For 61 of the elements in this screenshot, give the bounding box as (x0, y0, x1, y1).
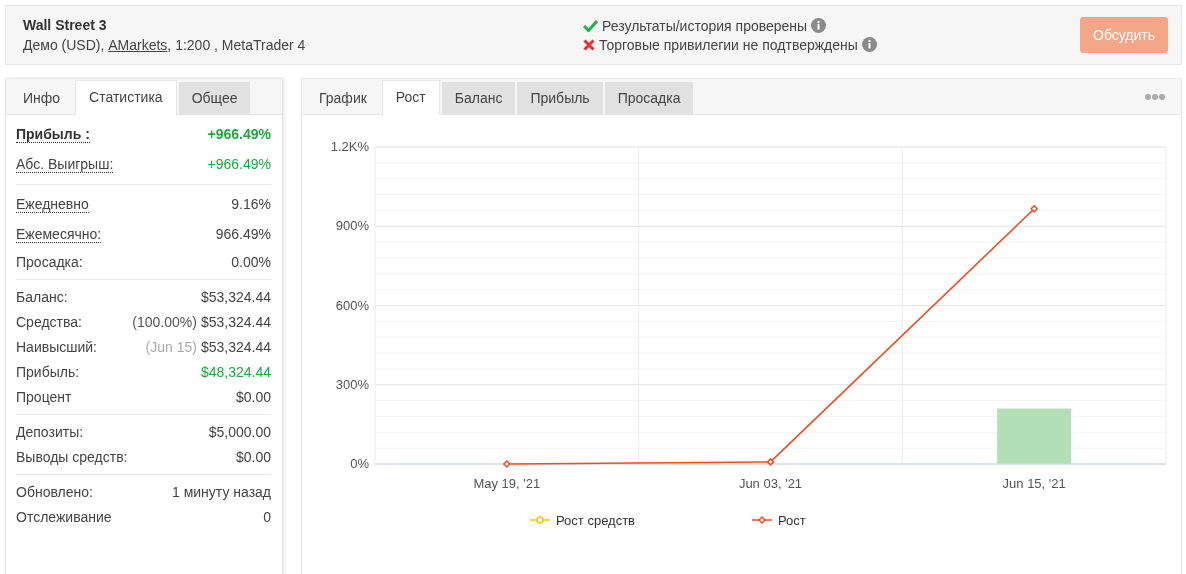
account-title: Wall Street 3 (23, 17, 108, 33)
stat-note: (Jun 15) (145, 338, 197, 355)
x-tick-label: May 19, '21 (473, 476, 541, 491)
account-details: , 1:200 , MetaTrader 4 (167, 37, 306, 53)
stat-label: Средства: (16, 313, 82, 330)
stat-value: 9.16% (231, 196, 271, 212)
stat-value: 1 минуту назад (171, 483, 271, 500)
account-details: Демо (USD), (23, 37, 106, 53)
tab[interactable]: График (306, 82, 380, 114)
stat-value: $53,324.44 (200, 313, 271, 330)
stat-value: $0.00 (235, 448, 271, 465)
tab[interactable]: Просадка (604, 82, 694, 114)
tab[interactable]: Прибыль (517, 82, 603, 114)
stat-label: Обновлено: (16, 483, 93, 500)
legend-label[interactable]: Рост (778, 513, 806, 528)
info-icon[interactable] (811, 18, 827, 33)
stat-note: (100.00%) (132, 313, 197, 330)
y-tick-label: 0% (350, 456, 369, 471)
stat-label: Просадка: (16, 253, 83, 270)
tab[interactable]: Инфо (10, 82, 74, 114)
point (766, 458, 775, 466)
legend-marker-icon (751, 515, 773, 525)
y-tick-label: 900% (335, 218, 369, 234)
stat-value: $0.00 (235, 388, 271, 405)
stat-label: Депозиты: (16, 423, 84, 440)
tab[interactable]: Баланс (441, 82, 516, 114)
stat-label: Наивысший: (16, 338, 97, 355)
y-tick-label: 600% (335, 297, 369, 313)
stat-label: Отслеживание (16, 508, 112, 525)
stat-value: +966.49% (207, 126, 271, 142)
x-tick-label: Jun 03, '21 (738, 476, 803, 491)
stat-value: $53,324.44 (200, 288, 271, 305)
y-tick-label: 300% (335, 376, 369, 392)
stat-label: Абс. Выигрыш: (16, 155, 114, 173)
stat-label: Выводы средств: (16, 448, 128, 465)
point (1030, 205, 1038, 213)
tab[interactable]: Рост (381, 80, 440, 115)
stat-value: $53,324.44 (200, 338, 271, 355)
stat-label: Прибыль : (16, 125, 90, 143)
stat-label: Прибыль: (16, 363, 80, 380)
tab[interactable]: Статистика (75, 80, 177, 115)
tab[interactable]: Общее (178, 82, 251, 114)
info-icon[interactable] (861, 37, 877, 52)
stat-value: 0.00% (231, 253, 271, 270)
stat-value: $5,000.00 (208, 423, 271, 440)
point (503, 460, 511, 468)
x-tick-label: Jun 15, '21 (1002, 476, 1066, 491)
stat-label: Баланс: (16, 288, 68, 305)
legend-marker-icon (529, 516, 551, 524)
legend-label[interactable]: Рост средств (556, 513, 635, 528)
more-icon[interactable] (1145, 93, 1165, 100)
stat-value: +966.49% (207, 156, 271, 172)
y-tick-label: 1.2K% (330, 139, 369, 154)
stat-value: 966.49% (215, 226, 271, 242)
stat-label: Ежедневно (16, 195, 89, 213)
check-label: Торговые привилегии не подтверждены (599, 36, 858, 53)
stat-value: 0 (263, 508, 271, 525)
stat-value: $48,324.44 (200, 363, 271, 380)
stat-label: Ежемесячно: (16, 225, 102, 243)
check-label: Результаты/история проверены (602, 17, 808, 34)
stat-label: Процент (16, 388, 72, 405)
